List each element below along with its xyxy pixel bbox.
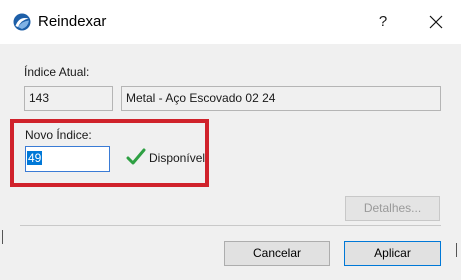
close-icon[interactable] <box>425 11 447 33</box>
details-button[interactable]: Detalhes... <box>345 196 440 221</box>
window-title: Reindexar <box>38 13 107 30</box>
availability-status: Disponível <box>149 151 206 165</box>
divider <box>20 225 441 226</box>
app-icon <box>13 13 31 31</box>
edge-mark <box>456 243 457 257</box>
new-index-value: 49 <box>27 151 43 165</box>
new-index-input[interactable]: 49 <box>25 146 110 172</box>
help-button[interactable]: ? <box>372 11 394 33</box>
apply-button[interactable]: Aplicar <box>344 241 441 266</box>
title-bar: Reindexar ? <box>0 0 461 44</box>
current-index-number: 143 <box>24 86 113 111</box>
cancel-button[interactable]: Cancelar <box>224 241 330 266</box>
checkmark-icon <box>126 148 146 165</box>
edge-mark <box>2 230 3 244</box>
current-index-name: Metal - Aço Escovado 02 24 <box>121 86 441 111</box>
new-index-label: Novo Índice: <box>25 128 92 142</box>
current-index-label: Índice Atual: <box>24 65 90 79</box>
